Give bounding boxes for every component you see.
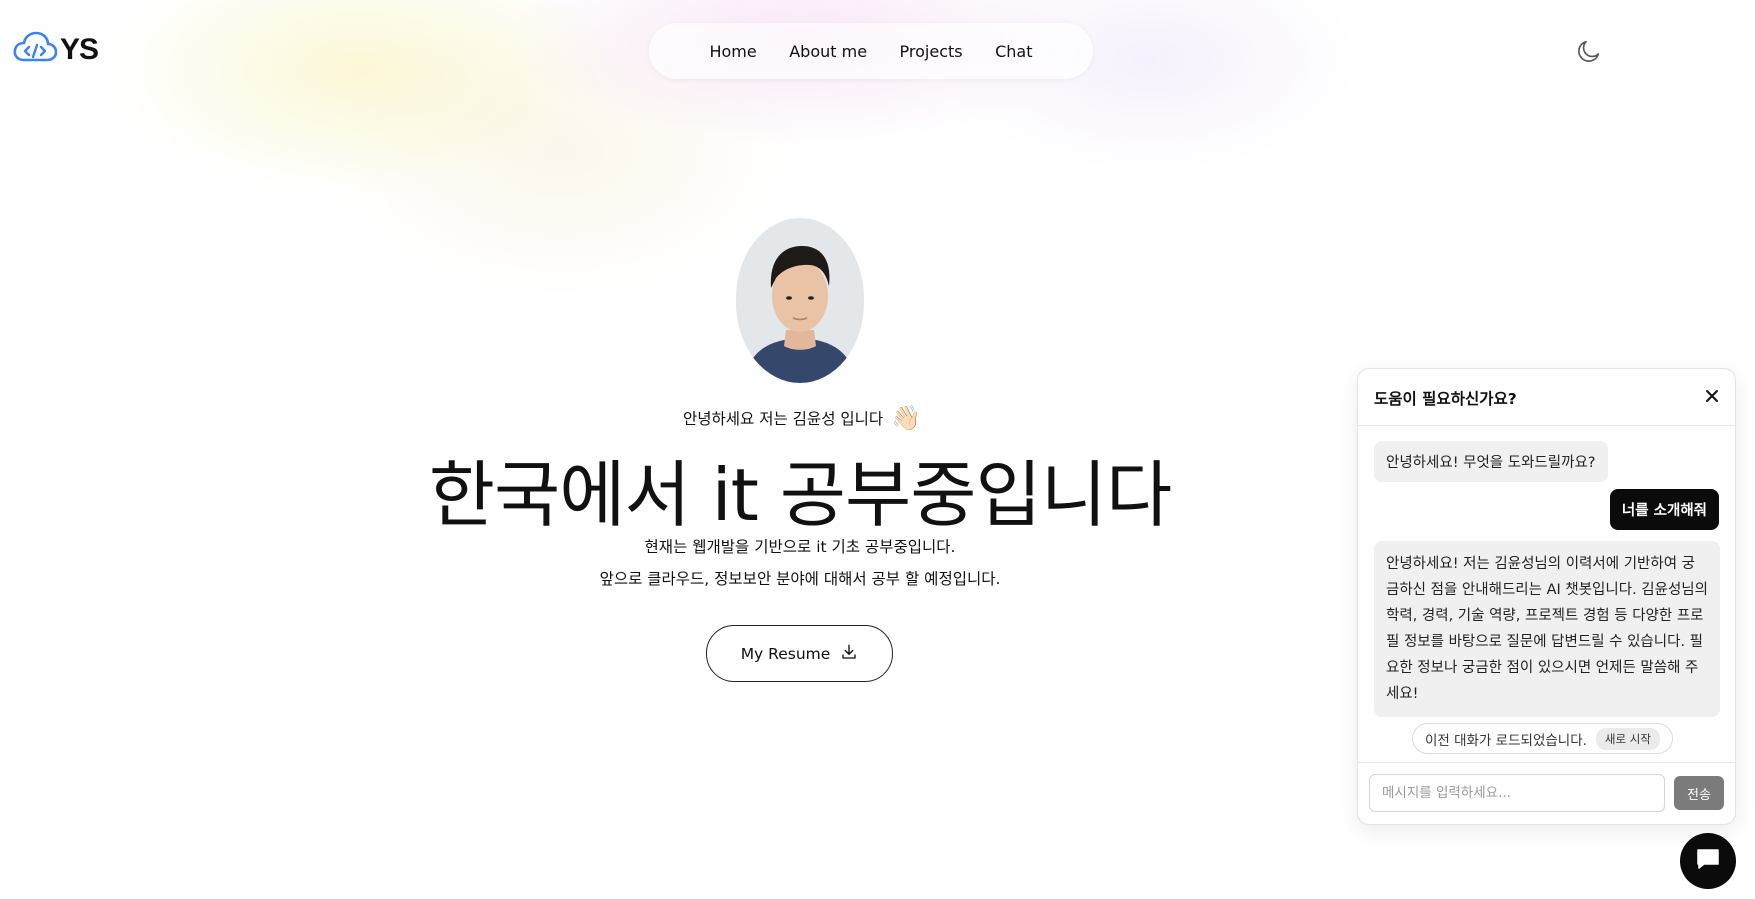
chat-header: 도움이 필요하신가요?: [1358, 369, 1735, 426]
moon-icon: [1575, 40, 1603, 69]
chat-status-text: 이전 대화가 로드되었습니다.: [1425, 732, 1587, 749]
chat-message-input[interactable]: [1369, 774, 1665, 812]
chat-title: 도움이 필요하신가요?: [1374, 390, 1517, 408]
greeting: 안녕하세요 저는 김윤성 입니다 👋🏻: [683, 404, 921, 432]
site-logo[interactable]: YS: [12, 30, 99, 70]
nav-chat[interactable]: Chat: [995, 42, 1032, 61]
waving-hand-icon: 👋🏻: [891, 404, 922, 432]
avatar: [736, 218, 864, 383]
chat-message-bot: 안녕하세요! 무엇을 도와드릴까요?: [1374, 441, 1608, 482]
cloud-code-icon: [12, 30, 58, 70]
send-button[interactable]: 전송: [1674, 776, 1724, 810]
chat-message-bot: 안녕하세요! 저는 김윤성님의 이력서에 기반하여 궁금하신 점을 안내해드리는…: [1374, 541, 1720, 717]
chat-status-badge: 이전 대화가 로드되었습니다. 새로 시작: [1412, 723, 1673, 754]
close-icon[interactable]: [1703, 387, 1721, 409]
chat-toggle-button[interactable]: [1680, 833, 1736, 889]
resume-button-label: My Resume: [740, 644, 831, 663]
chat-panel: 도움이 필요하신가요? 안녕하세요! 무엇을 도와드릴까요? 너를 소개해줘 안…: [1357, 368, 1736, 825]
chat-message-user: 너를 소개해줘: [1609, 489, 1719, 530]
greeting-text: 안녕하세요 저는 김윤성 입니다: [683, 410, 884, 428]
nav-home[interactable]: Home: [709, 42, 756, 61]
restart-chat-button[interactable]: 새로 시작: [1595, 727, 1660, 750]
nav-about-me[interactable]: About me: [789, 42, 867, 61]
chat-bubble-icon: [1695, 847, 1721, 875]
nav-projects[interactable]: Projects: [900, 42, 963, 61]
chat-input-bar: 전송: [1358, 762, 1735, 826]
main-nav: Home About me Projects Chat: [649, 23, 1093, 79]
download-icon: [840, 643, 858, 665]
resume-download-button[interactable]: My Resume: [706, 625, 893, 682]
theme-toggle-button[interactable]: [1575, 37, 1603, 69]
logo-text: YS: [60, 33, 99, 66]
